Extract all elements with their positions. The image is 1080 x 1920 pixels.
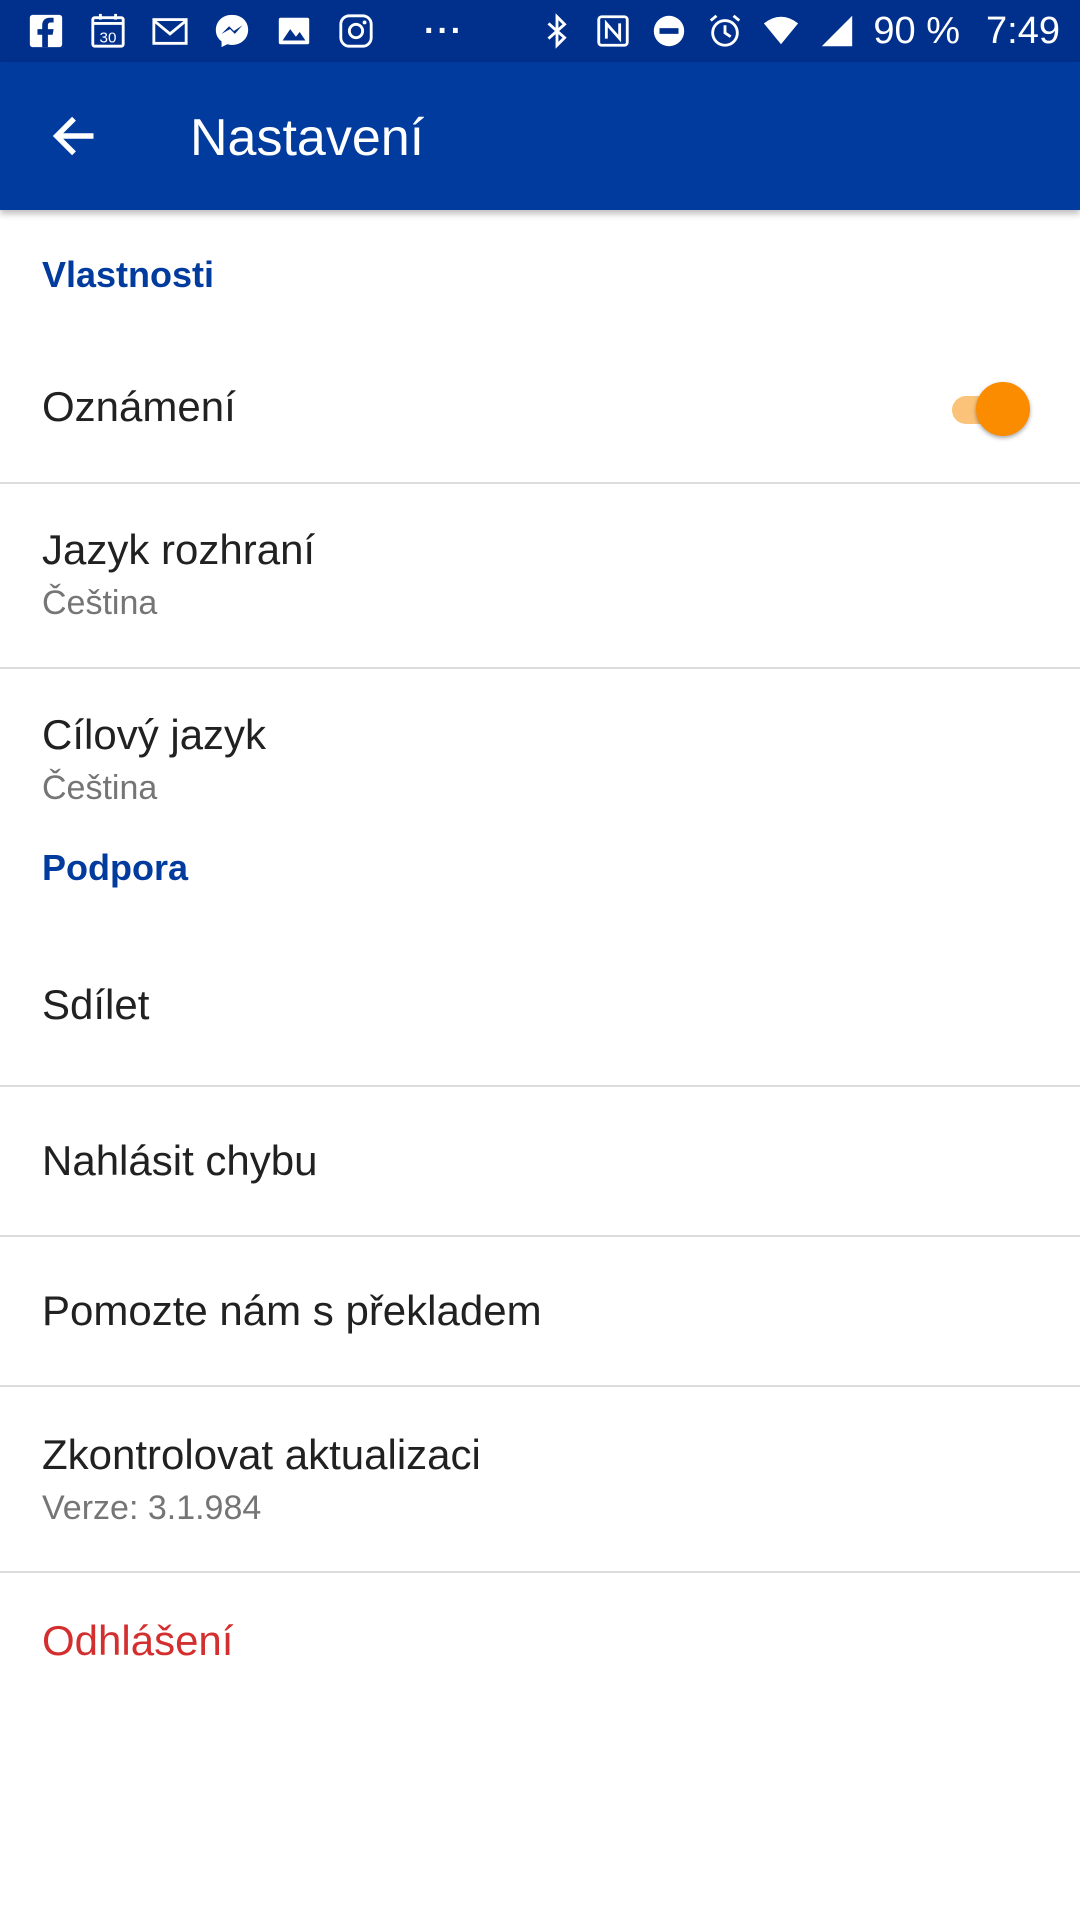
- nfc-icon: [593, 11, 633, 51]
- signal-icon: [817, 11, 857, 51]
- ui-language-setting[interactable]: Jazyk rozhraní Čeština: [0, 484, 1080, 669]
- help-translate-setting[interactable]: Pomozte nám s překladem: [0, 1237, 1080, 1387]
- share-setting[interactable]: Sdílet: [0, 939, 1080, 1087]
- gallery-icon: [274, 11, 314, 51]
- check-update-setting[interactable]: Zkontrolovat aktualizaci Verze: 3.1.984: [0, 1387, 1080, 1573]
- wifi-icon: [761, 11, 801, 51]
- target-language-setting[interactable]: Cílový jazyk Čeština: [0, 669, 1080, 839]
- instagram-icon: [336, 11, 376, 51]
- ui-language-value: Čeština: [42, 584, 158, 622]
- notifications-setting[interactable]: Oznámení: [0, 338, 1080, 484]
- battery-percentage: 90 %: [873, 10, 961, 52]
- clock: 7:49: [986, 10, 1060, 52]
- target-language-value: Čeština: [42, 769, 158, 807]
- notifications-label: Oznámení: [42, 383, 236, 430]
- settings-list: Vlastnosti Oznámení Jazyk rozhraní Češti…: [0, 210, 1080, 1723]
- section-header-properties: Vlastnosti: [42, 254, 215, 295]
- report-bug-setting[interactable]: Nahlásit chybu: [0, 1087, 1080, 1237]
- facebook-icon: [26, 11, 66, 51]
- logout-button[interactable]: Odhlášení: [0, 1573, 1080, 1723]
- app-version: Verze: 3.1.984: [42, 1489, 262, 1527]
- report-bug-label: Nahlásit chybu: [42, 1137, 318, 1184]
- section-header-support: Podpora: [42, 847, 189, 888]
- arrow-back-icon: [52, 116, 94, 156]
- more-notifications-indicator: ···: [424, 12, 464, 50]
- status-notifications: 30 ···: [26, 11, 464, 51]
- bluetooth-icon: [537, 11, 577, 51]
- back-button[interactable]: [40, 102, 108, 170]
- notifications-toggle[interactable]: [946, 382, 1030, 438]
- share-label: Sdílet: [42, 981, 150, 1028]
- calendar-day-text: 30: [100, 29, 117, 46]
- help-translate-label: Pomozte nám s překladem: [42, 1287, 542, 1334]
- toggle-thumb: [976, 382, 1030, 436]
- calendar-icon: 30: [88, 11, 128, 51]
- status-system: 90 % 7:49: [537, 11, 1060, 51]
- gmail-icon: [150, 11, 190, 51]
- ui-language-label: Jazyk rozhraní: [42, 526, 316, 573]
- target-language-label: Cílový jazyk: [42, 711, 267, 758]
- alarm-icon: [705, 11, 745, 51]
- logout-label: Odhlášení: [42, 1617, 234, 1664]
- app-bar: Nastavení: [0, 62, 1080, 210]
- do-not-disturb-icon: [649, 11, 689, 51]
- messenger-icon: [212, 11, 252, 51]
- page-title: Nastavení: [190, 109, 425, 167]
- status-bar: 30 ··· 90 % 7:49: [0, 0, 1080, 62]
- check-update-label: Zkontrolovat aktualizaci: [42, 1431, 481, 1478]
